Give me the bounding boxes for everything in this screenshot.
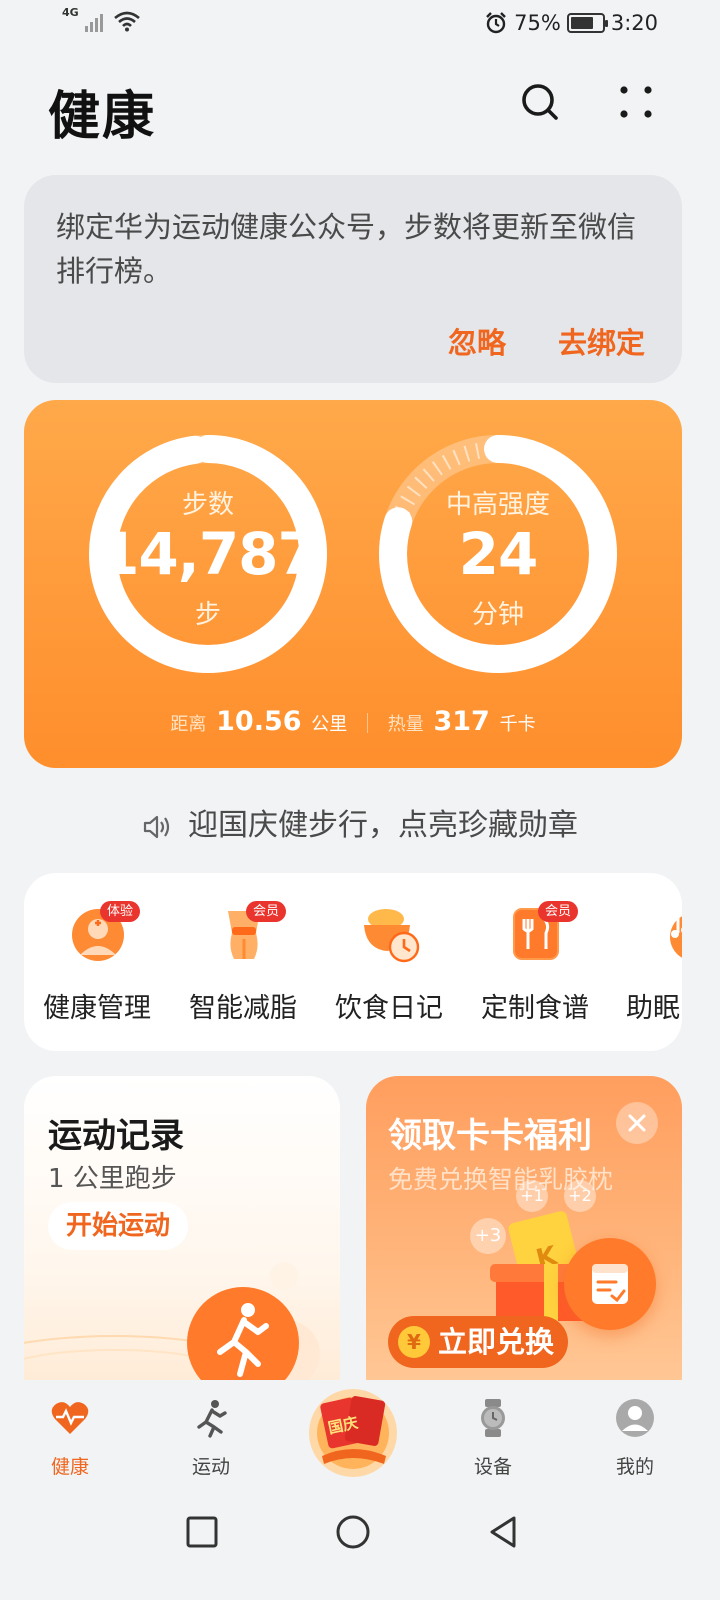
calories-label: 热量 — [387, 714, 424, 735]
service-recipe[interactable]: 会员 定制食谱 — [462, 873, 608, 1051]
service-diet-diary[interactable]: 饮食日记 — [316, 873, 462, 1051]
intensity-value: 24 — [458, 520, 539, 588]
distance-value: 10.56 — [216, 706, 302, 737]
steps-ring[interactable]: 步数 14,787 步 — [86, 432, 330, 676]
bind-message: 绑定华为运动健康公众号，步数将更新至微信排行榜。 — [56, 210, 637, 288]
battery-percent: 75% — [514, 11, 561, 35]
nav-exercise[interactable]: 运动 — [161, 1394, 261, 1490]
distance-unit: 公里 — [311, 714, 348, 735]
service-label: 定制食谱 — [481, 993, 589, 1024]
close-icon — [628, 1114, 646, 1132]
nav-devices[interactable]: 设备 — [443, 1394, 543, 1490]
watch-icon — [481, 1399, 505, 1437]
nav-label: 设备 — [473, 1456, 512, 1478]
nav-label: 我的 — [615, 1456, 654, 1478]
nav-national-day[interactable]: 国庆 — [306, 1386, 400, 1480]
checklist-fab[interactable] — [564, 1238, 656, 1330]
battery-icon — [566, 13, 608, 33]
exercise-subtitle: 1 公里跑步 — [48, 1164, 177, 1194]
search-button[interactable] — [516, 78, 564, 126]
more-icon — [620, 86, 652, 118]
sleep-aid-icon — [670, 912, 682, 958]
intensity-ring[interactable]: 中高强度 24 分钟 — [376, 432, 620, 676]
profile-icon — [616, 1399, 654, 1437]
national-day-icon: 国庆 — [309, 1389, 397, 1477]
status-bar: 4G 75% 3:20 — [0, 0, 720, 50]
announcement-banner[interactable]: 迎国庆健步行，点亮珍藏勋章 — [0, 800, 720, 844]
more-button[interactable] — [612, 78, 660, 126]
back-icon[interactable] — [484, 1512, 524, 1552]
recent-apps-icon[interactable] — [182, 1512, 222, 1552]
page-title: 健康 — [48, 87, 157, 147]
service-label: 智能减脂 — [189, 993, 297, 1024]
bonus-tag: +1 — [516, 1180, 548, 1212]
redeem-label: 立即兑换 — [438, 1325, 555, 1359]
system-nav-bar — [0, 1500, 720, 1600]
bind-wechat-card: 绑定华为运动健康公众号，步数将更新至微信排行榜。 忽略 去绑定 — [24, 175, 682, 383]
service-label: 助眠 — [626, 993, 680, 1024]
redeem-button[interactable]: ¥ 立即兑换 — [388, 1316, 569, 1368]
bonus-tag: +3 — [470, 1218, 506, 1254]
speaker-icon — [143, 815, 170, 838]
steps-label: 步数 — [181, 490, 234, 520]
service-badge: 体验 — [100, 901, 141, 922]
benefit-card[interactable]: 领取卡卡福利 免费兑换智能乳胶枕 K +3 +1 +2 ¥ 立即兑换 — [366, 1076, 682, 1386]
nav-label: 运动 — [191, 1456, 230, 1478]
services-row: 体验 健康管理 会员 智能减脂 饮食日记 会员 定制食谱 助眠 — [24, 873, 682, 1051]
search-icon — [522, 84, 558, 120]
start-exercise-button[interactable]: 开始运动 — [48, 1202, 189, 1250]
runner-icon — [197, 1400, 227, 1438]
service-badge: 会员 — [246, 901, 287, 922]
calories-value: 317 — [433, 706, 490, 737]
ignore-button[interactable]: 忽略 — [448, 320, 506, 362]
intensity-unit: 分钟 — [471, 600, 524, 630]
running-icon — [187, 1287, 299, 1386]
intensity-label: 中高强度 — [445, 490, 550, 520]
clock: 3:20 — [610, 11, 658, 35]
benefit-title: 领取卡卡福利 — [388, 1116, 592, 1156]
service-label: 健康管理 — [43, 993, 151, 1024]
calories-unit: 千卡 — [499, 714, 536, 735]
nav-label: 健康 — [50, 1456, 89, 1478]
exercise-record-card[interactable]: 运动记录 1 公里跑步 开始运动 — [24, 1076, 340, 1386]
bind-button[interactable]: 去绑定 — [558, 320, 645, 362]
close-button[interactable] — [616, 1102, 658, 1144]
activity-card[interactable]: 步数 14,787 步 中高强度 24 分钟 距离 10.56 公里 热量 31… — [24, 400, 682, 768]
checklist-icon — [592, 1264, 628, 1304]
heart-pulse-icon — [51, 1402, 89, 1434]
service-fat-loss[interactable]: 会员 智能减脂 — [170, 873, 316, 1051]
status-left: 4G — [62, 6, 141, 32]
network-type: 4G — [62, 6, 79, 19]
alarm-icon — [486, 12, 506, 34]
diet-diary-icon — [364, 909, 420, 963]
steps-value: 14,787 — [99, 520, 318, 588]
service-label: 饮食日记 — [335, 993, 443, 1024]
stats-divider — [367, 713, 369, 733]
service-badge: 会员 — [538, 901, 579, 922]
home-icon[interactable] — [333, 1512, 373, 1552]
nav-me[interactable]: 我的 — [585, 1394, 685, 1490]
coin-icon: ¥ — [398, 1326, 430, 1358]
status-right: 75% 3:20 — [484, 11, 658, 35]
bonus-tag: +2 — [564, 1180, 596, 1212]
activity-stats: 距离 10.56 公里 热量 317 千卡 — [24, 706, 682, 737]
steps-unit: 步 — [194, 600, 221, 630]
distance-label: 距离 — [170, 714, 207, 735]
service-sleep-aid[interactable]: 助眠 — [608, 873, 682, 1051]
wifi-icon — [113, 11, 140, 32]
announcement-text: 迎国庆健步行，点亮珍藏勋章 — [188, 808, 578, 843]
battery-level — [570, 17, 594, 29]
signal-icon — [84, 14, 103, 32]
exercise-title: 运动记录 — [48, 1116, 184, 1156]
nav-health[interactable]: 健康 — [20, 1394, 120, 1490]
service-health-manage[interactable]: 体验 健康管理 — [24, 873, 170, 1051]
